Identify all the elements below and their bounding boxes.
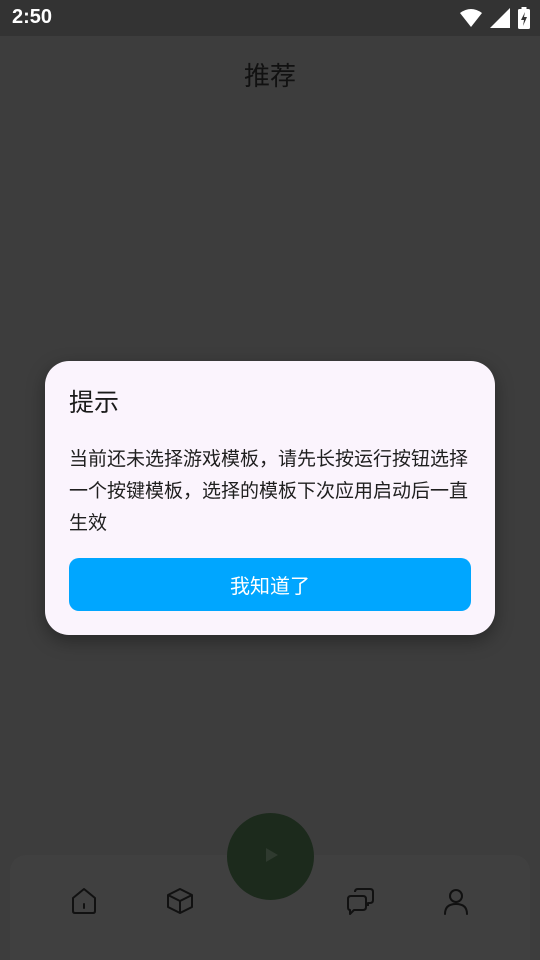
dialog-message: 当前还未选择游戏模板，请先长按运行按钮选择一个按键模板，选择的模板下次应用启动后…	[69, 448, 469, 534]
confirm-button[interactable]: 我知道了	[69, 558, 471, 611]
alert-dialog: 提示 当前还未选择游戏模板，请先长按运行按钮选择一个按键模板，选择的模板下次应用…	[45, 361, 495, 635]
dialog-title: 提示	[69, 388, 120, 417]
